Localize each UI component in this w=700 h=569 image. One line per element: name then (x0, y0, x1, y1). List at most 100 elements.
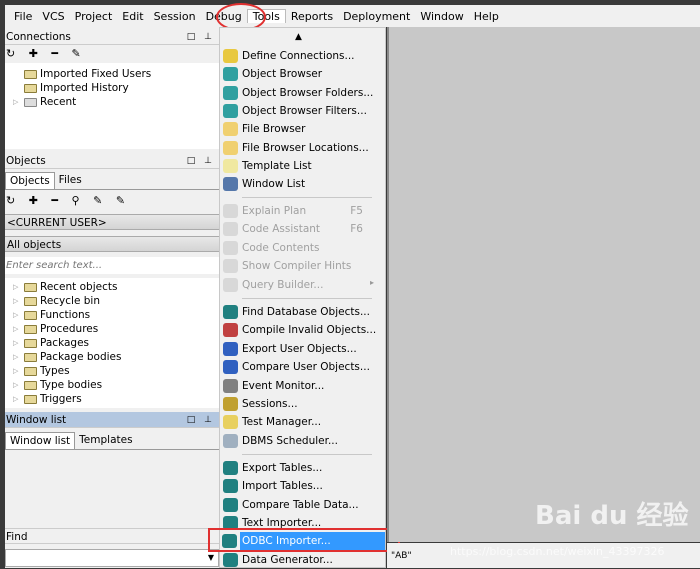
menu-item-icon (223, 222, 238, 237)
tree-item[interactable]: ▷ Package bodies (5, 350, 219, 364)
menu-item-show-compiler-hints[interactable]: Show Compiler Hints (220, 257, 385, 275)
objects-tabs: Objects Files (5, 172, 219, 190)
folder-icon (24, 324, 37, 334)
menu-item-dbms-scheduler[interactable]: DBMS Scheduler... (220, 432, 385, 450)
panel-title-text: Objects (6, 155, 46, 167)
menu-item-explain-plan[interactable]: Explain Plan F5 (220, 202, 385, 220)
pin-icon[interactable]: □ ⊥ (187, 29, 215, 45)
menu-item-object-browser[interactable]: Object Browser (220, 65, 385, 83)
menu-item-icon (223, 49, 238, 63)
menu-item-query-builder[interactable]: Query Builder... (220, 276, 385, 294)
tree-item[interactable]: ▷ Triggers (5, 392, 219, 406)
menu-item-icon (223, 277, 238, 292)
connections-tree: Imported Fixed Users Imported History ▷ R… (5, 63, 219, 149)
menu-item-label: Find Database Objects... (242, 306, 370, 318)
menu-project[interactable]: Project (70, 10, 118, 23)
tree-item[interactable]: ▷ Types (5, 364, 219, 378)
pin-icon[interactable]: □ ⊥ (187, 412, 215, 428)
tree-item[interactable]: ▷ Type bodies (5, 378, 219, 392)
objects-panel-title: Objects □ ⊥ (5, 153, 219, 169)
menu-item-icon (223, 204, 238, 218)
menu-item-label: Template List (242, 159, 312, 172)
annotation-box (208, 528, 400, 552)
menu-item-label: Code Contents (242, 241, 320, 254)
scroll-up-arrow-icon[interactable]: ▲ (295, 32, 302, 42)
menu-item-export-user-objects[interactable]: Export User Objects... (220, 340, 385, 358)
editor-area (387, 27, 700, 542)
menu-item-icon (223, 360, 238, 375)
tree-item[interactable]: ▷ Procedures (5, 322, 219, 336)
objects-toolbar[interactable]: ↻ ✚ ━ ⚲ ✎ ✎ (5, 193, 130, 209)
menu-item-object-browser-filters[interactable]: Object Browser Filters... (220, 102, 385, 120)
tree-item[interactable]: ▷ Packages (5, 336, 219, 350)
menu-item-test-manager[interactable]: Test Manager... (220, 413, 385, 431)
tree-item-label: Functions (40, 309, 91, 321)
menu-item-icon (223, 158, 238, 173)
shortcut-label: F6 (350, 223, 363, 236)
menu-item-label: Sessions... (242, 398, 298, 410)
menu-item-compare-user-objects[interactable]: Compare User Objects... (220, 358, 385, 376)
expand-icon[interactable]: ▷ (13, 95, 21, 109)
folder-icon (24, 296, 37, 306)
window-list-tabs: Window list Templates (5, 432, 219, 450)
menu-item-icon (223, 305, 238, 319)
menu-item-label: Object Browser Folders... (242, 86, 374, 99)
menu-item-export-tables[interactable]: Export Tables... (220, 459, 385, 477)
folder-icon (24, 380, 37, 390)
search-input[interactable] (5, 257, 219, 274)
menu-item-label: Data Generator... (242, 553, 333, 566)
folder-icon (24, 69, 37, 79)
menu-window[interactable]: Window (415, 10, 468, 23)
find-dropdown[interactable]: ▼ (5, 549, 219, 567)
menu-edit[interactable]: Edit (117, 10, 148, 23)
tree-item-label: Type bodies (40, 379, 103, 391)
menu-reports[interactable]: Reports (286, 10, 338, 23)
menu-item-code-contents[interactable]: Code Contents (220, 239, 385, 257)
tools-dropdown-menu: ▲ Define Connections... Object Browser Obje… (208, 27, 400, 569)
menu-item-object-browser-folders[interactable]: Object Browser Folders... (220, 84, 385, 102)
menu-vcs[interactable]: VCS (37, 10, 69, 23)
menu-item-find-database-objects[interactable]: Find Database Objects... (220, 303, 385, 321)
menu-item-event-monitor[interactable]: Event Monitor... (220, 377, 385, 395)
menu-item-file-browser-locations[interactable]: File Browser Locations... (220, 139, 385, 157)
menu-bar: File VCS Project Edit Session Debug Tool… (5, 5, 700, 27)
folder-icon (24, 97, 37, 107)
menu-item-code-assistant[interactable]: Code Assistant F6 (220, 220, 385, 238)
object-filter[interactable]: All objects (5, 236, 219, 252)
menu-file[interactable]: File (9, 10, 37, 23)
menu-item-compile-invalid-objects[interactable]: Compile Invalid Objects... (220, 321, 385, 339)
menu-item-data-generator[interactable]: Data Generator... (220, 551, 385, 569)
menu-item-sessions[interactable]: Sessions... (220, 395, 385, 413)
menu-item-icon (223, 122, 238, 137)
menu-deployment[interactable]: Deployment (338, 10, 415, 23)
menu-item-import-tables[interactable]: Import Tables... (220, 477, 385, 495)
tab-files[interactable]: Files (55, 172, 86, 189)
menu-item-window-list[interactable]: Window List (220, 175, 385, 193)
menu-help[interactable]: Help (469, 10, 504, 23)
menu-item-template-list[interactable]: Template List (220, 157, 385, 175)
menu-item-compare-table-data[interactable]: Compare Table Data... (220, 496, 385, 514)
left-panel: Connections □ ⊥ ↻ ✚ ━ ✎ Imported Fixed Us… (5, 27, 219, 568)
folder-icon (24, 83, 37, 93)
tree-item[interactable]: ▷ Recent objects (5, 280, 219, 294)
menu-item-label: Compare User Objects... (242, 361, 370, 374)
user-selector[interactable]: <CURRENT USER> (5, 214, 219, 230)
tab-window-list[interactable]: Window list (5, 432, 76, 449)
menu-item-label: Test Manager... (242, 416, 322, 429)
tab-objects[interactable]: Objects (5, 172, 55, 189)
menu-session[interactable]: Session (149, 10, 201, 23)
menu-item-label: Compare Table Data... (242, 498, 359, 511)
status-text: "AB" (391, 551, 412, 561)
tree-item[interactable]: Imported Fixed Users (5, 67, 219, 81)
menu-item-file-browser[interactable]: File Browser (220, 120, 385, 138)
tree-item[interactable]: Imported History (5, 81, 219, 95)
tree-item[interactable]: ▷ Functions (5, 308, 219, 322)
tab-templates[interactable]: Templates (75, 432, 136, 449)
pin-icon[interactable]: □ ⊥ (187, 153, 215, 169)
connections-toolbar[interactable]: ↻ ✚ ━ ✎ (5, 46, 86, 62)
menu-item-define-connections[interactable]: Define Connections... (220, 47, 385, 65)
tree-item[interactable]: ▷ Recent (5, 95, 219, 109)
menu-item-icon (223, 323, 238, 338)
tree-item[interactable]: ▷ Recycle bin (5, 294, 219, 308)
watermark-url: https://blog.csdn.net/weixin_43397326 (450, 545, 665, 558)
